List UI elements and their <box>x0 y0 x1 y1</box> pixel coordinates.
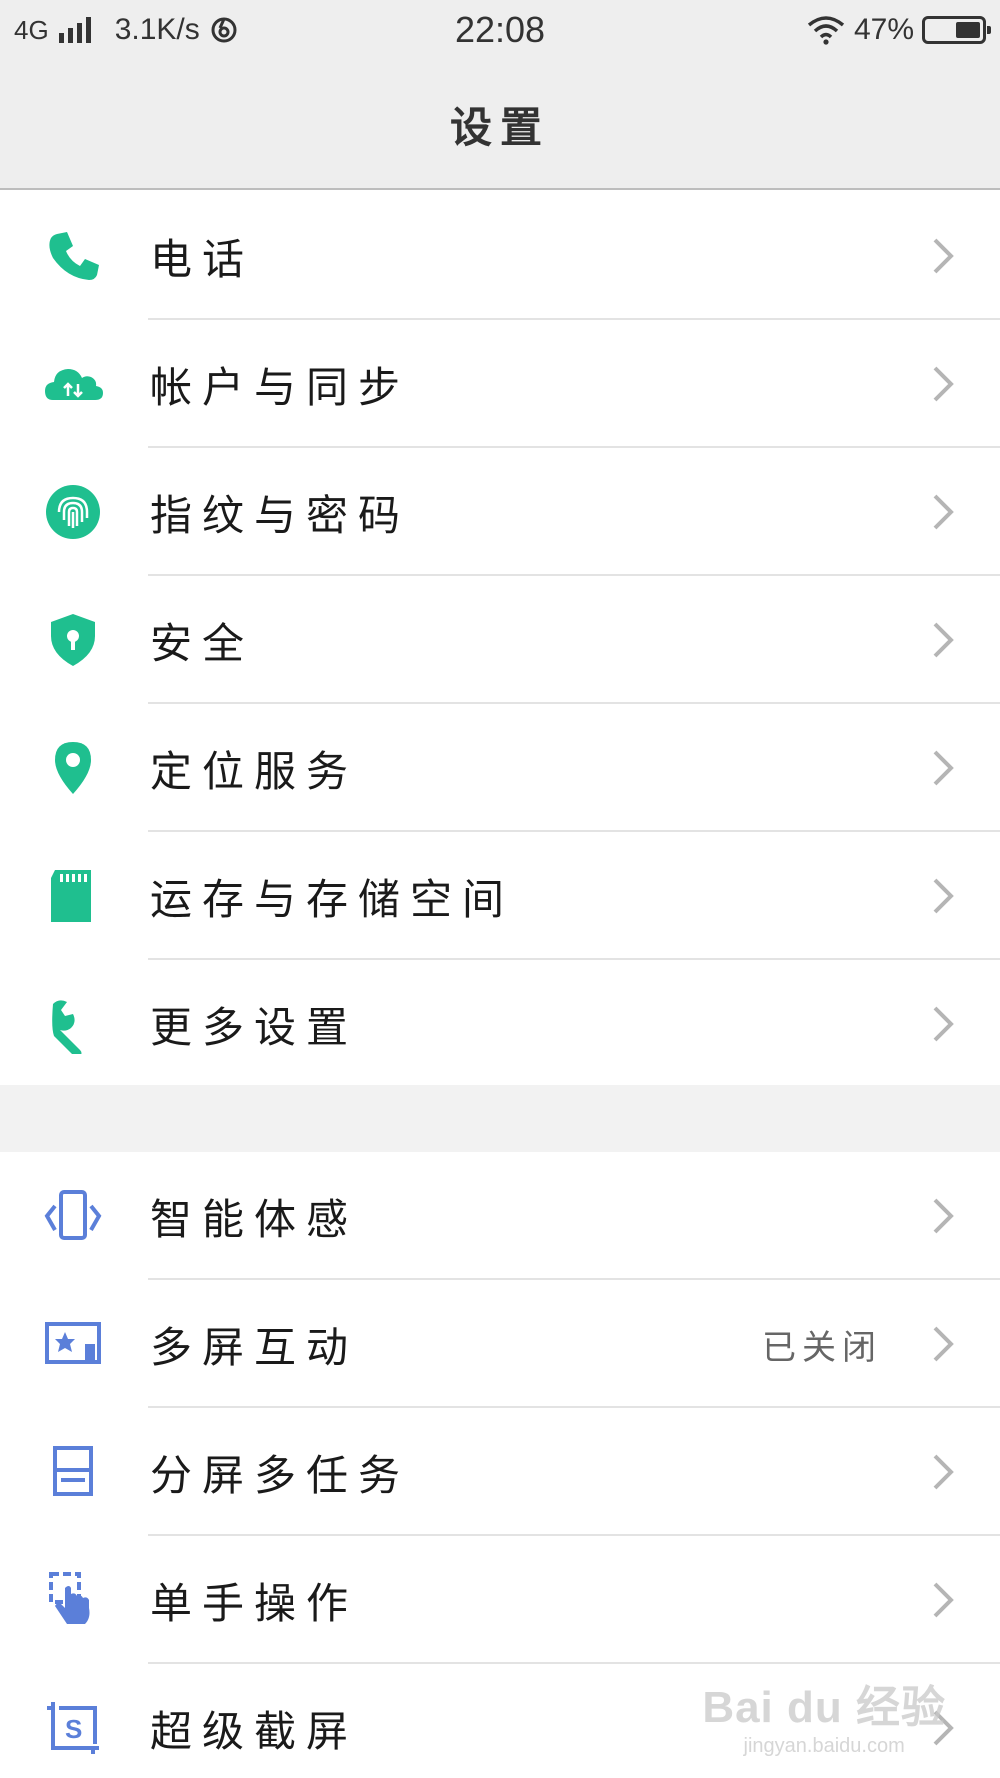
chevron-right-icon <box>933 878 954 914</box>
chevron-right-icon <box>933 366 954 402</box>
settings-item-location[interactable]: 定位服务 <box>0 704 1000 832</box>
settings-item-smart-motion[interactable]: 智能体感 <box>0 1152 1000 1280</box>
battery-icon <box>922 16 991 44</box>
watermark-brand: Bai du 经验 <box>702 1683 946 1732</box>
chevron-right-icon <box>933 238 954 274</box>
shield-lock-icon <box>40 607 106 673</box>
title-bar: 设置 <box>0 60 1000 190</box>
settings-item-label: 安全 <box>150 618 255 668</box>
fingerprint-icon <box>40 479 106 545</box>
multiscreen-icon <box>40 1311 106 1377</box>
settings-item-label: 更多设置 <box>150 1002 359 1052</box>
settings-item-security[interactable]: 安全 <box>0 576 1000 704</box>
settings-item-label: 智能体感 <box>150 1194 359 1244</box>
chevron-right-icon <box>933 750 954 786</box>
chevron-right-icon <box>933 1326 954 1362</box>
settings-item-fingerprint-password[interactable]: 指纹与密码 <box>0 448 1000 576</box>
settings-item-label: 电话 <box>150 234 255 284</box>
watermark: Bai du 经验 jingyan.baidu.com <box>702 1671 946 1758</box>
wrench-icon <box>40 991 106 1057</box>
settings-item-label: 指纹与密码 <box>150 490 411 540</box>
section-separator <box>0 1085 1000 1152</box>
location-pin-icon <box>40 735 106 801</box>
wifi-icon <box>807 16 845 45</box>
settings-item-label: 超级截屏 <box>150 1706 359 1756</box>
settings-item-one-hand[interactable]: 单手操作 <box>0 1536 1000 1664</box>
settings-item-label: 单手操作 <box>150 1578 359 1628</box>
settings-group-1: 电话 帐户与同步 指纹与密码 安全 定位服务 运存与存储空间 更多设置 <box>0 192 1000 1088</box>
watermark-url: jingyan.baidu.com <box>743 1735 905 1757</box>
status-bar: 4G 3.1K/s 22:08 47% <box>0 0 1000 60</box>
settings-item-label: 多屏互动 <box>150 1322 359 1372</box>
svg-text:S: S <box>65 1714 82 1744</box>
setting-status-value: 已关闭 <box>762 1327 882 1368</box>
chevron-right-icon <box>933 1582 954 1618</box>
network-type: 4G <box>14 14 49 45</box>
chevron-right-icon <box>933 622 954 658</box>
screenshot-icon: S <box>40 1695 106 1761</box>
chevron-right-icon <box>933 1006 954 1042</box>
sd-card-icon <box>40 863 106 929</box>
settings-item-multiscreen[interactable]: 多屏互动 已关闭 <box>0 1280 1000 1408</box>
settings-item-split-screen[interactable]: 分屏多任务 <box>0 1408 1000 1536</box>
one-hand-icon <box>40 1567 106 1633</box>
settings-item-accounts-sync[interactable]: 帐户与同步 <box>0 320 1000 448</box>
chevron-right-icon <box>933 1454 954 1490</box>
settings-item-label: 运存与存储空间 <box>150 874 515 924</box>
cloud-sync-icon <box>40 351 106 417</box>
settings-item-label: 定位服务 <box>150 746 359 796</box>
sync-notification-icon <box>211 17 237 43</box>
settings-item-more-settings[interactable]: 更多设置 <box>0 960 1000 1088</box>
settings-item-phone[interactable]: 电话 <box>0 192 1000 320</box>
settings-item-label: 分屏多任务 <box>150 1450 411 1500</box>
settings-item-ram-storage[interactable]: 运存与存储空间 <box>0 832 1000 960</box>
chevron-right-icon <box>933 1198 954 1234</box>
phone-icon <box>40 223 106 289</box>
settings-item-label: 帐户与同步 <box>150 362 411 412</box>
chevron-right-icon <box>933 494 954 530</box>
page-title: 设置 <box>449 102 550 152</box>
motion-phone-icon <box>40 1183 106 1249</box>
split-screen-icon <box>40 1439 106 1505</box>
signal-strength-icon <box>58 17 91 43</box>
network-speed: 3.1K/s <box>114 13 200 46</box>
battery-percent: 47% <box>853 13 914 46</box>
